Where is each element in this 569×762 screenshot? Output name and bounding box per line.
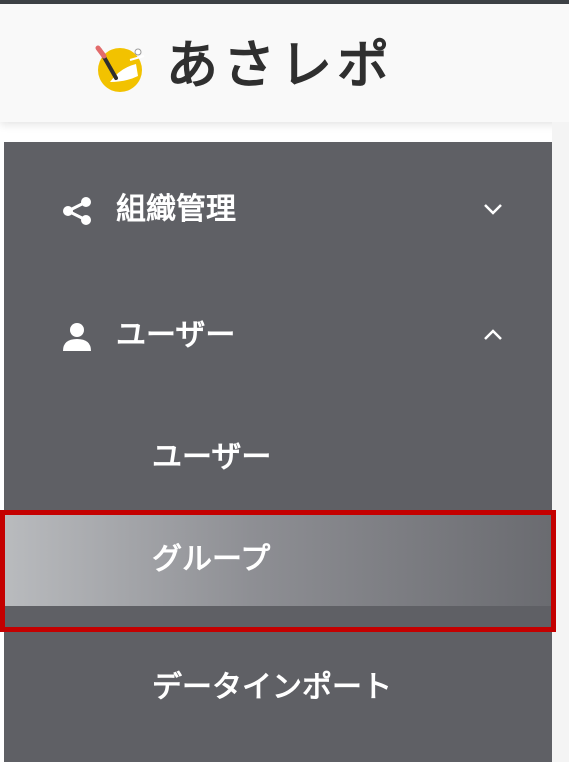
chevron-down-icon[interactable] [482,198,504,220]
sidebar-item-users[interactable]: ユーザー [4,306,552,366]
sidebar-subitem-label: ユーザー [152,440,272,475]
logo-icon[interactable] [86,38,158,98]
sidebar-item-organization[interactable]: 組織管理 [4,180,552,240]
app-header: あさレポ [0,4,569,122]
sidebar-subitem-groups[interactable]: グループ [4,514,552,606]
content-edge [552,122,569,762]
sidebar-subitem-label: データインポート [152,670,392,705]
sidebar-item-label: ユーザー [116,318,236,353]
chevron-up-icon[interactable] [482,324,504,346]
sidebar-item-label: 組織管理 [116,192,236,227]
sidebar: 組織管理 ユーザー ユーザー グループ データインポート [4,142,552,762]
user-icon [63,323,91,351]
share-icon [63,197,91,225]
sidebar-subitem-data-import[interactable]: データインポート [4,642,552,734]
sidebar-subitem-users[interactable]: ユーザー [4,412,552,504]
app-logo-text[interactable]: あさレポ [166,34,394,98]
sidebar-subitem-label: グループ [152,542,271,577]
